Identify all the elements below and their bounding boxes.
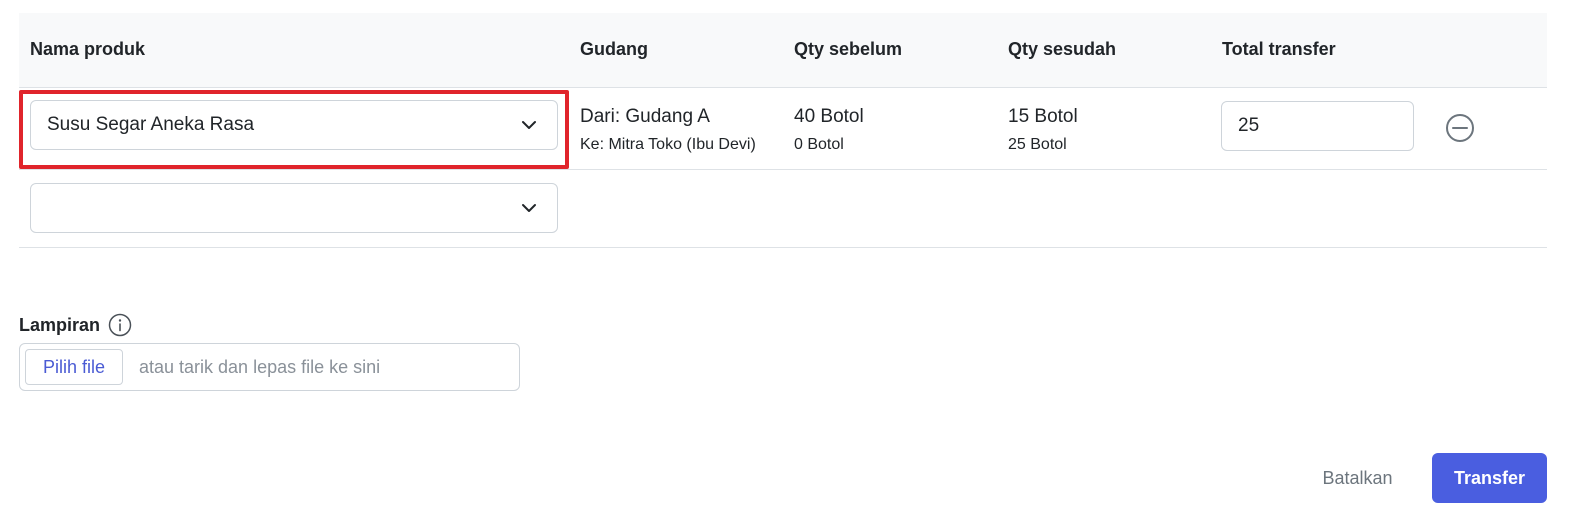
info-icon[interactable]	[108, 313, 132, 337]
attachment-label: Lampiran	[19, 315, 101, 335]
attachment-label-group: Lampiran	[19, 312, 132, 338]
chevron-down-icon	[522, 204, 536, 212]
choose-file-button[interactable]: Pilih file	[25, 349, 123, 385]
qty-after-from: 15 Botol	[1008, 106, 1078, 127]
warehouse-cell: Dari: Gudang A Ke: Mitra Toko (Ibu Devi)	[580, 104, 756, 156]
header-total-transfer: Total transfer	[1222, 39, 1336, 59]
warehouse-to: Ke: Mitra Toko (Ibu Devi)	[580, 136, 756, 153]
file-dropzone[interactable]: Pilih file atau tarik dan lepas file ke …	[19, 343, 520, 391]
qty-after-cell: 15 Botol 25 Botol	[1008, 104, 1078, 156]
table-row	[19, 170, 1547, 248]
header-gudang: Gudang	[580, 39, 648, 59]
qty-before-cell: 40 Botol 0 Botol	[794, 104, 864, 156]
total-transfer-input[interactable]: 25	[1221, 101, 1414, 151]
transfer-button[interactable]: Transfer	[1432, 453, 1547, 503]
transfer-table: Nama produk Gudang Qty sebelum Qty sesud…	[19, 13, 1547, 248]
qty-before-from: 40 Botol	[794, 106, 864, 127]
product-select-value: Susu Segar Aneka Rasa	[47, 114, 255, 135]
qty-after-to: 25 Botol	[1008, 136, 1067, 153]
header-nama-produk: Nama produk	[30, 39, 146, 59]
file-placeholder: atau tarik dan lepas file ke sini	[139, 357, 381, 377]
qty-before-to: 0 Botol	[794, 136, 844, 153]
product-select[interactable]: Susu Segar Aneka Rasa	[30, 100, 558, 150]
header-qty-sebelum: Qty sebelum	[794, 39, 903, 59]
chevron-down-icon	[522, 121, 536, 129]
cancel-button[interactable]: Batalkan	[1300, 454, 1415, 502]
product-select-empty[interactable]	[30, 183, 558, 233]
minus-circle-icon[interactable]	[1444, 112, 1476, 144]
table-row: Susu Segar Aneka Rasa Dari: Gudang A Ke:…	[19, 88, 1547, 170]
warehouse-from: Dari: Gudang A	[580, 106, 710, 127]
table-header: Nama produk Gudang Qty sebelum Qty sesud…	[19, 13, 1547, 88]
header-qty-sesudah: Qty sesudah	[1008, 39, 1117, 59]
